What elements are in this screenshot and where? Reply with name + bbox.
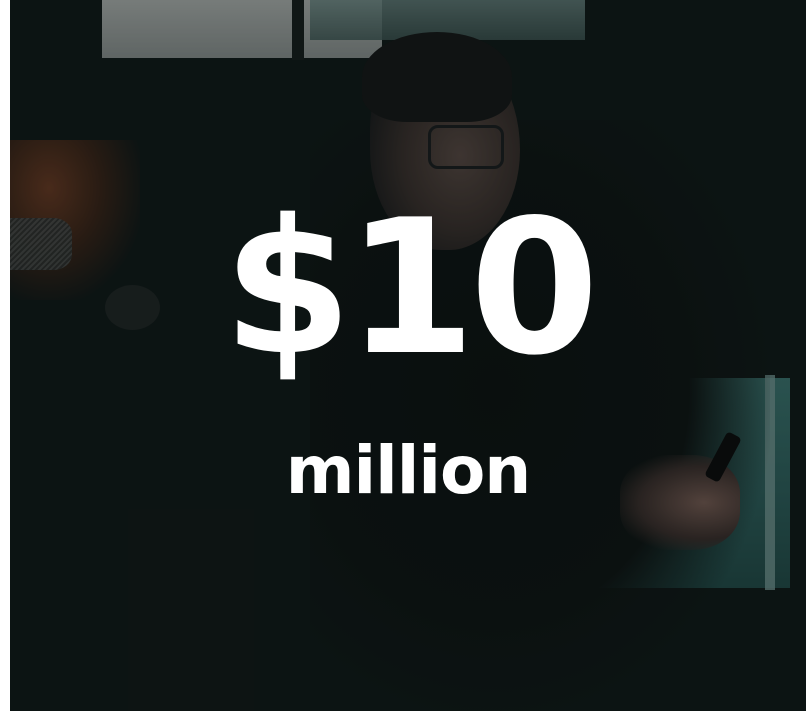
headline-amount: $10 [222,179,599,396]
headline-overlay: $10 million [10,0,806,711]
headline-unit: million [285,432,532,509]
photo-banner: $10 million [10,0,806,711]
